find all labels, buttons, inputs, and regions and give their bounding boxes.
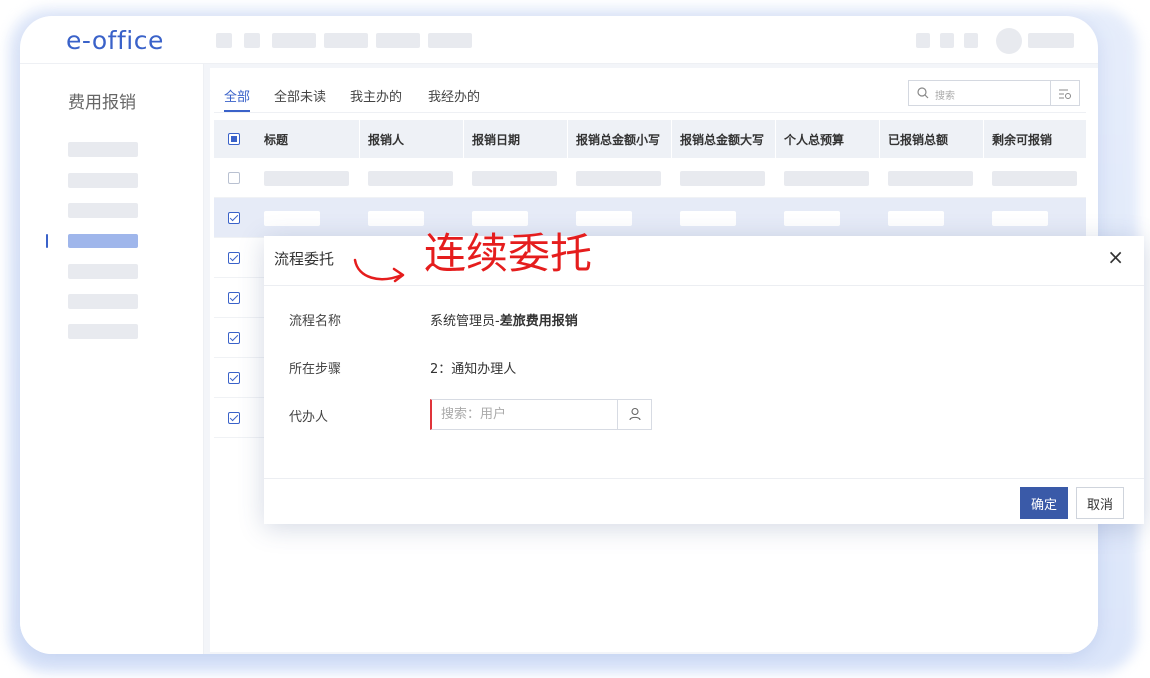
- process-name-label: 流程名称: [289, 314, 342, 329]
- active-indicator: [46, 234, 48, 248]
- row-checkbox[interactable]: [228, 412, 240, 424]
- search-placeholder: 搜索: [935, 91, 955, 102]
- avatar[interactable]: [996, 28, 1022, 54]
- col-divider: [463, 120, 464, 158]
- col-divider: [879, 120, 880, 158]
- col-reimbursed[interactable]: 已报销总额: [888, 131, 948, 148]
- tab-divider: [214, 112, 1086, 113]
- sidebar-item[interactable]: [68, 294, 138, 309]
- annotation-arrow: [353, 258, 405, 283]
- cell-placeholder: [576, 171, 661, 186]
- cell-placeholder: [472, 171, 557, 186]
- col-divider: [983, 120, 984, 158]
- col-title[interactable]: 标题: [264, 131, 288, 148]
- tab-hosted[interactable]: 我主办的: [350, 86, 402, 105]
- agent-label: 代办人: [289, 410, 329, 425]
- sidebar-item[interactable]: [68, 173, 138, 188]
- col-divider: [671, 120, 672, 158]
- current-step-label: 所在步骤: [289, 362, 342, 377]
- user-picker-button[interactable]: [617, 400, 651, 429]
- advanced-search-icon[interactable]: [1058, 88, 1072, 100]
- top-placeholder: [272, 33, 316, 48]
- sidebar-item[interactable]: [68, 142, 138, 157]
- dialog-footer: [264, 478, 1144, 524]
- cell-placeholder: [784, 171, 869, 186]
- col-amount-lower[interactable]: 报销总金额小写: [576, 131, 660, 148]
- sidebar-item[interactable]: [68, 203, 138, 218]
- process-name-value: 系统管理员-差旅费用报销: [430, 314, 578, 329]
- row-checkbox[interactable]: [228, 212, 240, 224]
- col-budget[interactable]: 个人总预算: [784, 131, 844, 148]
- cell-placeholder: [992, 171, 1077, 186]
- top-bar: e-office: [20, 16, 1098, 64]
- search-separator: [1050, 81, 1051, 105]
- top-placeholder: [244, 33, 260, 48]
- cell-placeholder: [680, 171, 765, 186]
- col-amount-upper[interactable]: 报销总金额大写: [680, 131, 764, 148]
- user-icon: [629, 407, 641, 421]
- search-box[interactable]: 搜索: [908, 80, 1080, 106]
- top-icon-placeholder[interactable]: [964, 33, 978, 48]
- sidebar-item-active[interactable]: [68, 234, 138, 248]
- tab-unread[interactable]: 全部未读: [274, 86, 326, 105]
- cell-placeholder: [680, 211, 736, 226]
- select-all-checkbox[interactable]: [228, 133, 240, 145]
- top-icon-placeholder[interactable]: [916, 33, 930, 48]
- username-placeholder: [1028, 33, 1074, 48]
- app-logo: e-office: [66, 26, 164, 55]
- cell-placeholder: [784, 211, 840, 226]
- close-icon[interactable]: ×: [1107, 245, 1124, 269]
- col-divider: [359, 120, 360, 158]
- top-placeholder: [376, 33, 420, 48]
- table-row[interactable]: [214, 158, 1086, 198]
- sidebar: 费用报销: [20, 64, 204, 654]
- top-placeholder: [216, 33, 232, 48]
- cell-placeholder: [992, 211, 1048, 226]
- col-remaining[interactable]: 剩余可报销: [992, 131, 1052, 148]
- agent-field[interactable]: [430, 399, 652, 430]
- tab-all[interactable]: 全部: [224, 86, 250, 105]
- cell-placeholder: [368, 171, 453, 186]
- sidebar-item[interactable]: [68, 264, 138, 279]
- current-step-value: 2：通知办理人: [430, 362, 517, 377]
- agent-search-input[interactable]: [432, 400, 616, 429]
- dialog-title: 流程委托: [274, 250, 335, 268]
- annotation-text: 连续委托: [424, 229, 593, 278]
- table-row[interactable]: [214, 198, 1086, 238]
- cell-placeholder: [264, 211, 320, 226]
- top-placeholder: [324, 33, 368, 48]
- cell-placeholder: [264, 171, 349, 186]
- search-icon: [917, 87, 929, 99]
- tab-handled[interactable]: 我经办的: [428, 86, 480, 105]
- row-checkbox[interactable]: [228, 292, 240, 304]
- sidebar-item[interactable]: [68, 324, 138, 339]
- confirm-button[interactable]: 确定: [1020, 487, 1068, 519]
- row-checkbox[interactable]: [228, 332, 240, 344]
- col-date[interactable]: 报销日期: [472, 131, 520, 148]
- col-applicant[interactable]: 报销人: [368, 131, 404, 148]
- top-placeholder: [428, 33, 472, 48]
- sidebar-title: 费用报销: [68, 93, 136, 113]
- col-divider: [775, 120, 776, 158]
- col-divider: [567, 120, 568, 158]
- top-icon-placeholder[interactable]: [940, 33, 954, 48]
- cell-placeholder: [888, 171, 973, 186]
- cell-placeholder: [888, 211, 944, 226]
- row-checkbox[interactable]: [228, 252, 240, 264]
- row-checkbox[interactable]: [228, 372, 240, 384]
- cell-placeholder: [368, 211, 424, 226]
- cancel-button[interactable]: 取消: [1076, 487, 1124, 519]
- table-header: 标题 报销人 报销日期 报销总金额小写 报销总金额大写 个人总预算 已报销总额 …: [214, 120, 1086, 158]
- row-checkbox[interactable]: [228, 172, 240, 184]
